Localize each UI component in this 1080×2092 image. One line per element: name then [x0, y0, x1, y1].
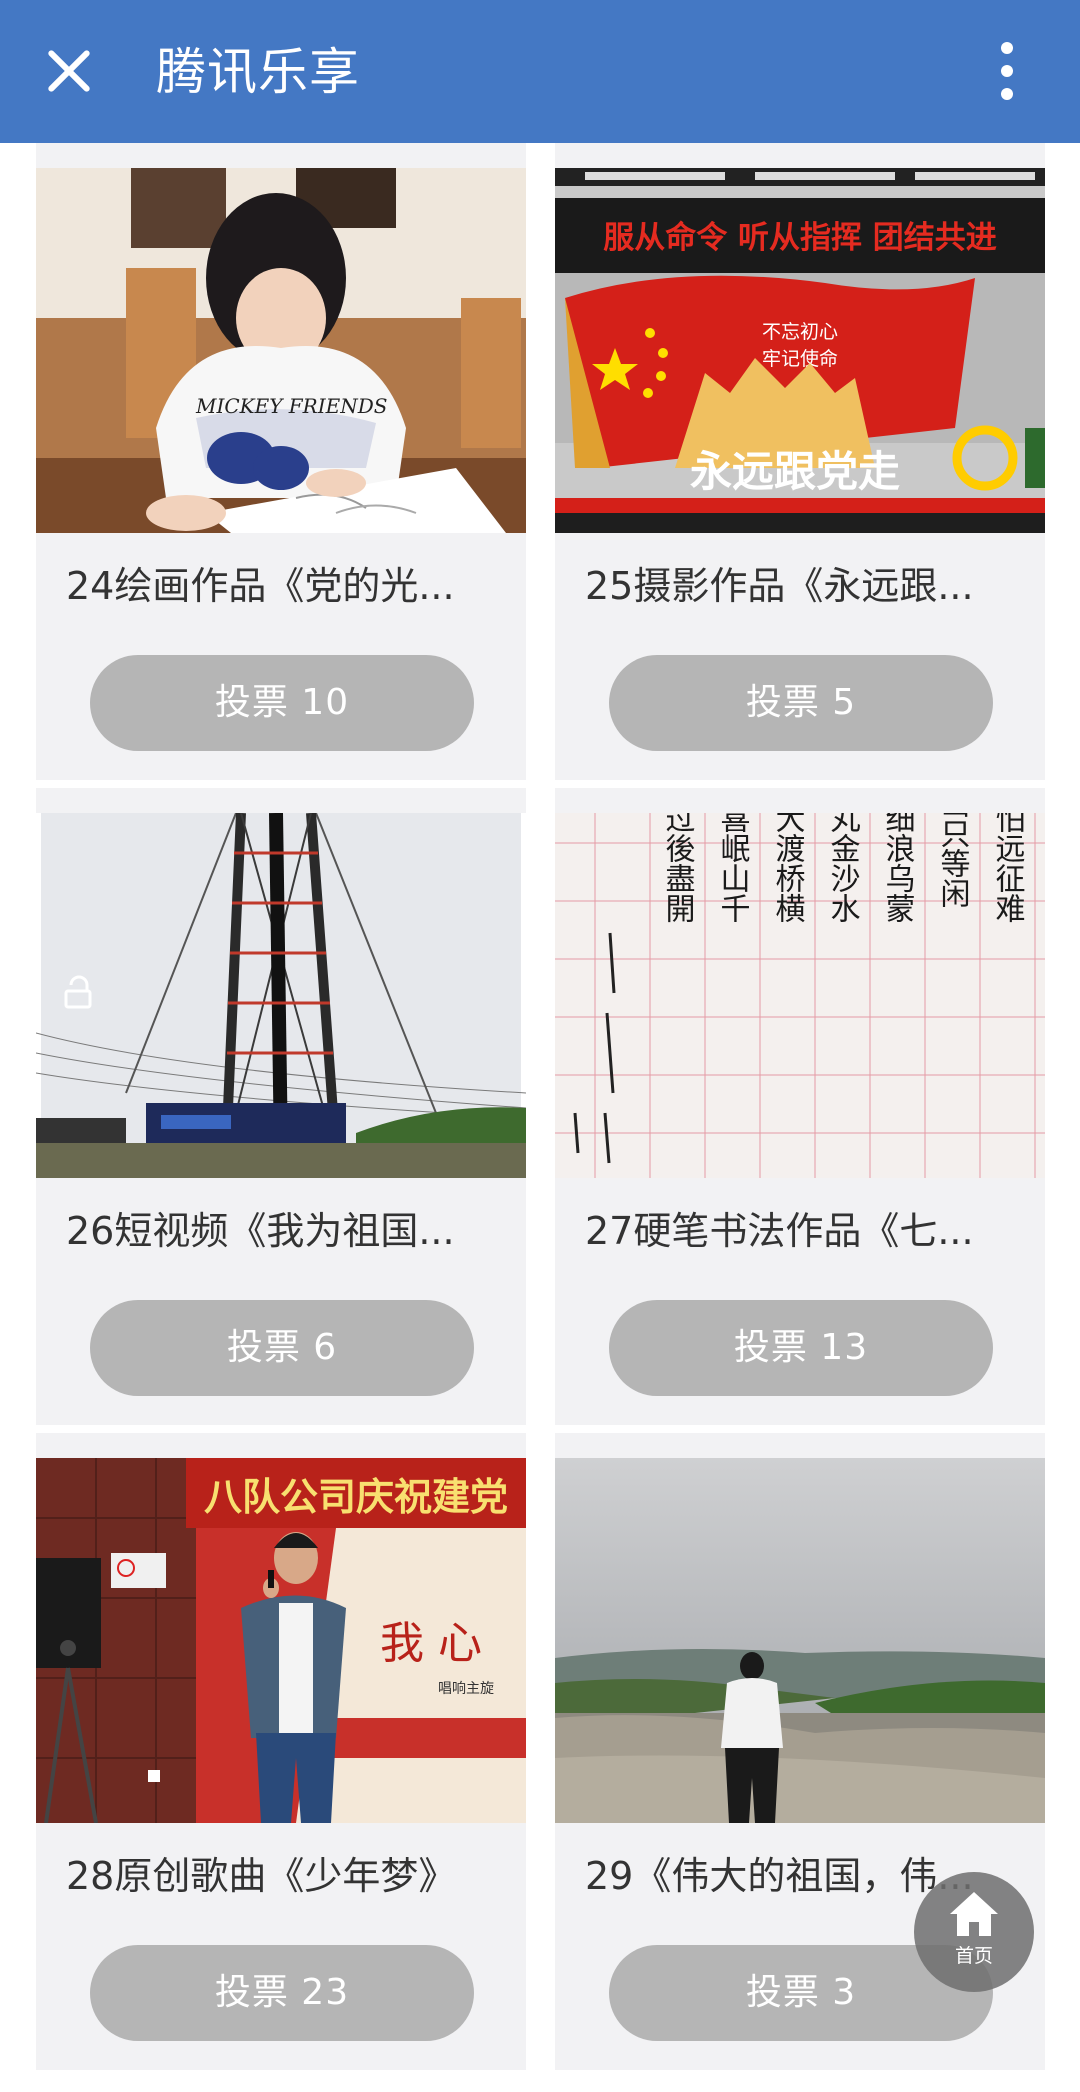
entry-card[interactable]: 26短视频《我为祖国... 投票 6: [36, 788, 526, 1425]
app-bar: 腾讯乐享: [0, 0, 1080, 143]
wall-banner-text: 服从命令 听从指挥 团结共进: [603, 220, 997, 256]
entry-photo[interactable]: 服从命令 听从指挥 团结共进 不忘初心 牢记使命 永远跟党走: [555, 168, 1045, 533]
calligraphy-column: 崖暖大渡桥横: [770, 813, 806, 923]
home-button[interactable]: 首页: [914, 1872, 1034, 1992]
more-options-icon[interactable]: [990, 36, 1026, 106]
entry-caption: 24绘画作品《党的光...: [66, 564, 455, 608]
entry-card[interactable]: MICKEY FRIENDS 24绘画作品《党的光... 投票 10: [36, 143, 526, 780]
vote-button[interactable]: 投票 23: [90, 1945, 474, 2041]
entry-card[interactable]: 服从命令 听从指挥 团结共进 不忘初心 牢记使命 永远跟党走 25摄影作品《永远…: [555, 143, 1045, 780]
entry-caption: 26短视频《我为祖国...: [66, 1209, 455, 1253]
calligraphy-column: 千山只等闲: [935, 813, 971, 908]
vote-button[interactable]: 投票 6: [90, 1300, 474, 1396]
entry-photo[interactable]: [555, 1458, 1045, 1823]
close-icon[interactable]: [38, 36, 108, 106]
monument-top-text: 不忘初心: [762, 321, 838, 343]
calligraphy-column: 三军过後盡開: [660, 813, 696, 923]
entry-caption: 25摄影作品《永远跟...: [585, 564, 974, 608]
entry-card[interactable]: 八队公司庆祝建党 我 心 唱响主旋 28原创歌曲《少年梦》 投票 23: [36, 1433, 526, 2070]
entry-photo[interactable]: 军不怕远征难 千山只等闲 迤腾细浪乌蒙 走泥丸金沙水 崖暖大渡桥横 寒更喜岷山千…: [555, 813, 1045, 1178]
entry-caption: 27硬笔书法作品《七...: [585, 1209, 974, 1253]
entry-photo[interactable]: MICKEY FRIENDS: [36, 168, 526, 533]
monument-sub-text: 牢记使命: [762, 348, 838, 370]
tshirt-print-text: MICKEY FRIENDS: [195, 394, 387, 418]
vote-button[interactable]: 投票 13: [609, 1300, 993, 1396]
entry-caption: 28原创歌曲《少年梦》: [66, 1854, 457, 1898]
monument-main-text: 永远跟党走: [690, 447, 900, 496]
stage-banner-text: 八队公司庆祝建党: [204, 1475, 508, 1519]
entry-photo[interactable]: 八队公司庆祝建党 我 心 唱响主旋: [36, 1458, 526, 1823]
entry-card[interactable]: 军不怕远征难 千山只等闲 迤腾细浪乌蒙 走泥丸金沙水 崖暖大渡桥横 寒更喜岷山千…: [555, 788, 1045, 1425]
vote-button[interactable]: 投票 5: [609, 655, 993, 751]
calligraphy-column: 军不怕远征难: [990, 813, 1026, 923]
calligraphy-column: 迤腾细浪乌蒙: [880, 813, 916, 923]
home-label: 首页: [954, 1945, 993, 1967]
calligraphy-column: 走泥丸金沙水: [825, 813, 861, 923]
entry-photo[interactable]: [36, 813, 526, 1178]
stage-slogan-text: 唱响主旋: [438, 1681, 494, 1697]
calligraphy-column: 寒更喜岷山千: [715, 813, 750, 923]
stage-big-text: 我 心: [380, 1618, 482, 1669]
home-icon: [950, 1892, 998, 1936]
app-title: 腾讯乐享: [156, 43, 360, 101]
vote-button[interactable]: 投票 10: [90, 655, 474, 751]
